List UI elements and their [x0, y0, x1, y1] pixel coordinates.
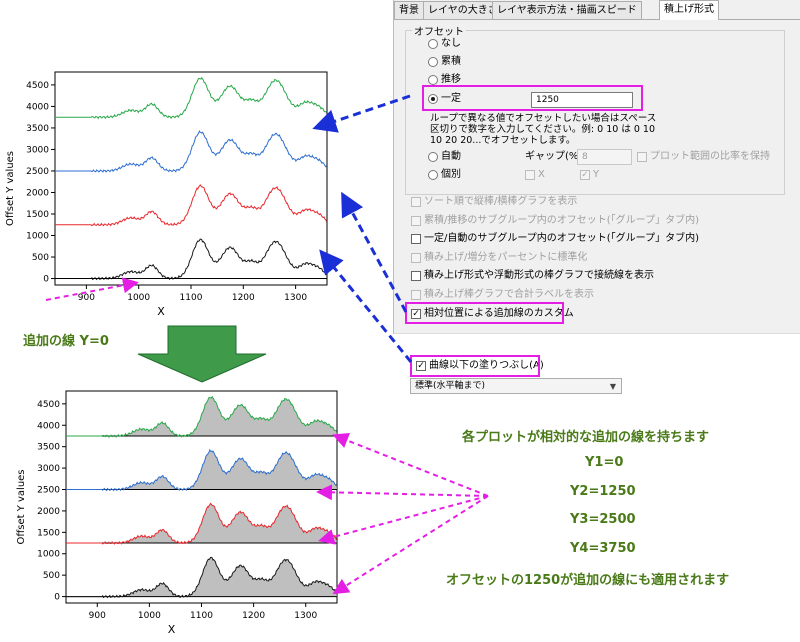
arrow-y3 [316, 484, 489, 501]
xtick-label: 900 [78, 293, 95, 303]
arrow-y4 [332, 432, 489, 497]
ytick-label: 2000 [37, 507, 60, 517]
note-y4: Y4=3750 [570, 541, 636, 556]
x-axis-label: X [157, 305, 165, 318]
ytick-label: 3000 [26, 145, 49, 155]
chart-bottom: 0 500 1000 1500 2000 2500 3000 3500 4000 4500 900 1… [16, 390, 338, 636]
series-line-1 [55, 238, 327, 281]
extra-line-label: 追加の線 Y=0 [23, 334, 109, 349]
ytick-label: 500 [32, 253, 49, 263]
ytick-label: 4500 [26, 81, 49, 91]
xtick-label: 1300 [284, 293, 307, 303]
ytick-label: 3500 [26, 124, 49, 134]
ytick-label: 1000 [37, 550, 60, 560]
plot-frame [54, 71, 328, 286]
note-y2: Y2=1250 [570, 484, 636, 499]
note-offset-applied: オフセットの1250が追加の線にも適用されます [446, 573, 730, 588]
ytick-label: 1000 [26, 232, 49, 242]
down-arrow-icon [137, 325, 267, 383]
note-y3: Y3=2500 [570, 512, 636, 527]
ytick-label: 2500 [37, 486, 60, 496]
ytick-label: 2500 [26, 167, 49, 177]
ytick-label: 0 [54, 593, 60, 603]
ytick-label: 1500 [37, 528, 60, 538]
ytick-label: 3000 [37, 464, 60, 474]
series-fill-1 [66, 557, 337, 598]
ytick-label: 2000 [26, 188, 49, 198]
xtick-label: 1100 [180, 293, 203, 303]
arrow-constant-to-plot [312, 94, 411, 133]
xtick-label: 1100 [190, 611, 213, 621]
series-line-3 [55, 130, 327, 173]
xtick-label: 1200 [242, 611, 265, 621]
ytick-label: 3500 [37, 443, 60, 453]
ytick-label: 4500 [37, 400, 60, 410]
ytick-label: 4000 [26, 102, 49, 112]
ytick-label: 1500 [26, 210, 49, 220]
x-axis-label: X [168, 623, 176, 636]
xtick-label: 1200 [232, 293, 255, 303]
series-line-4 [55, 76, 327, 120]
y-axis-label: Offset Y values [5, 151, 16, 226]
note-y1: Y1=0 [585, 455, 624, 470]
series-fill-4 [66, 396, 337, 438]
xtick-label: 1000 [138, 611, 161, 621]
chart-top: 0 500 1000 1500 2000 2500 3000 3500 4000 4500 900 1… [5, 71, 328, 318]
figure-root: 背景 レイヤの大きさ レイヤ表示方法・描画スピード 積上げ形式 オフセット なし… [0, 0, 800, 642]
arrow-y2 [318, 495, 489, 545]
arrow-fill-to-plot [319, 249, 413, 363]
arrow-customline-to-plot [341, 191, 408, 313]
ytick-label: 500 [43, 571, 60, 581]
y-axis-label: Offset Y values [16, 469, 27, 544]
xtick-label: 1000 [127, 293, 150, 303]
xtick-label: 1300 [294, 611, 317, 621]
charts-svg: 0 500 1000 1500 2000 2500 3000 3500 4000 4500 900 1… [5, 71, 489, 636]
series-line-2 [55, 183, 327, 227]
ytick-label: 0 [43, 275, 49, 285]
note-relative-lines: 各プロットが相対的な追加の線を持ちます [462, 430, 710, 445]
ytick-label: 4000 [37, 421, 60, 431]
xtick-label: 900 [89, 611, 106, 621]
